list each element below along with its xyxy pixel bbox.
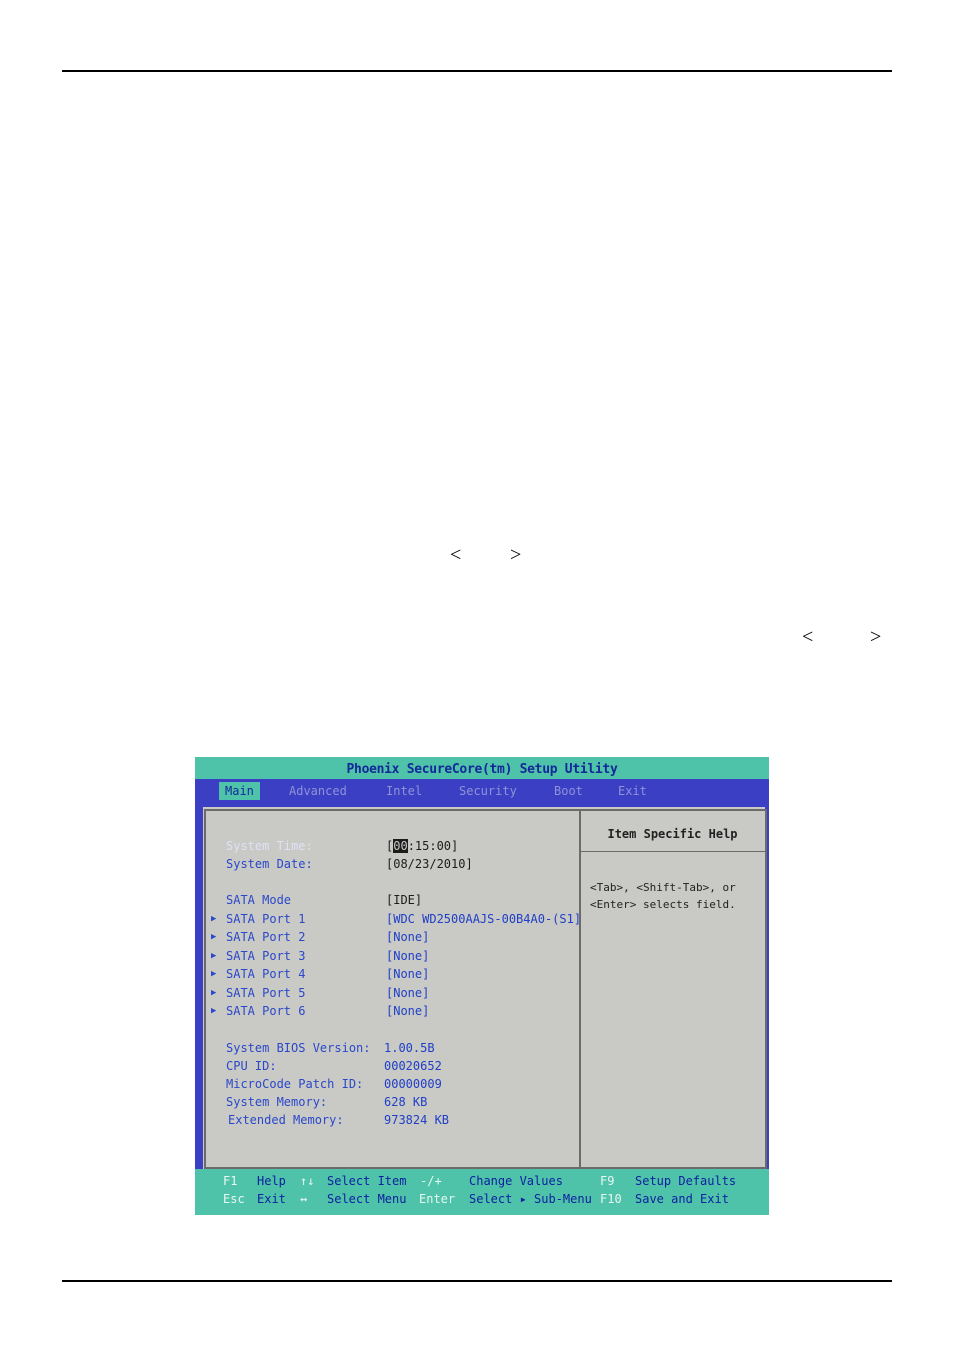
cpu-id-value: 00020652 [384,1059,442,1073]
submenu-arrow-icon: ▶ [211,1006,217,1016]
submenu-arrow-icon: ▶ [211,969,217,979]
sata-port-label: SATA Port 6 [226,1004,306,1018]
sata-port-value: [None] [386,1004,430,1018]
sata-port-label: SATA Port 3 [226,949,306,963]
key-f1: F1 [223,1174,238,1188]
left-border [195,779,203,1185]
sata-port-value: [None] [386,949,430,963]
main-settings-panel: System Time: [00:15:00] System Date: [08… [204,809,581,1169]
help-title: Item Specific Help [580,817,765,852]
tab-intel[interactable]: Intel [380,782,428,800]
select-menu-hint: Select Menu [327,1192,407,1206]
cpu-id-label: CPU ID: [226,1059,277,1073]
angle-bracket-right: > [870,626,882,648]
sata-port-value: [None] [386,930,430,944]
edit-cursor: 00 [393,839,408,853]
sata-port-value: [None] [386,986,430,1000]
item-help-panel: Item Specific Help <Tab>, <Shift-Tab>, o… [579,809,767,1169]
system-memory-label: System Memory: [226,1095,328,1109]
bios-menu-bar: Main Advanced Intel Security Boot Exit [195,779,769,807]
system-time-label: System Time: [226,839,313,853]
key-f10: F10 [600,1192,622,1206]
sata-mode-value[interactable]: [IDE] [386,891,422,909]
sata-port-label: SATA Port 1 [226,912,306,926]
change-values-hint: Change Values [469,1174,563,1188]
bios-version-label: System BIOS Version: [226,1041,371,1055]
bios-title: Phoenix SecureCore(tm) Setup Utility [195,757,769,779]
microcode-label: MicroCode Patch ID: [226,1077,364,1091]
sata-mode-label: SATA Mode [226,893,292,907]
angle-bracket-left: < [450,544,462,566]
key-f9: F9 [600,1174,615,1188]
tab-exit[interactable]: Exit [612,782,653,800]
sata-port-value: [None] [386,967,430,981]
tab-boot[interactable]: Boot [548,782,589,800]
setup-defaults-hint: Setup Defaults [635,1174,737,1188]
header-rule [62,70,892,72]
key-legend: F1 Help ↑↓ Select Item -/+ Change Values… [195,1169,769,1215]
sata-port-value: [WDC WD2500AAJS-00B4A0-(S1] [386,912,582,926]
tab-advanced[interactable]: Advanced [283,782,353,800]
save-exit-hint: Save and Exit [635,1192,729,1206]
system-memory-value: 628 KB [384,1095,428,1109]
angle-bracket-left: < [802,626,814,648]
bios-version-value: 1.00.5B [384,1041,435,1055]
key-esc: Esc [223,1192,245,1206]
key-minus-plus: -/+ [420,1174,442,1188]
bios-screenshot: Phoenix SecureCore(tm) Setup Utility Mai… [195,757,769,1215]
help-text: <Tab>, <Shift-Tab>, or <Enter> selects f… [590,881,736,911]
extended-memory-label: Extended Memory: [228,1113,344,1127]
microcode-value: 00000009 [384,1077,442,1091]
key-enter: Enter [419,1192,456,1206]
system-date-label: System Date: [226,857,313,871]
extended-memory-value: 973824 KB [384,1113,450,1127]
tab-security[interactable]: Security [453,782,523,800]
submenu-arrow-icon: ▶ [211,988,217,998]
help-hint: Help [257,1174,286,1188]
angle-bracket-right: > [510,544,522,566]
system-date-value[interactable]: [08/23/2010] [386,855,473,873]
submenu-arrow-icon: ▶ [211,932,217,942]
sata-port-label: SATA Port 5 [226,986,306,1000]
select-submenu-hint: Select ▸ Sub-Menu [469,1192,592,1206]
key-leftright-icon: ↔ [300,1192,308,1206]
exit-hint: Exit [257,1192,286,1206]
submenu-arrow-icon: ▶ [211,914,217,924]
submenu-arrow-icon: ▶ [211,951,217,961]
sata-port-label: SATA Port 2 [226,930,306,944]
tab-main[interactable]: Main [219,782,260,800]
sata-port-label: SATA Port 4 [226,967,306,981]
select-item-hint: Select Item [327,1174,407,1188]
footer-rule [62,1280,892,1282]
key-updown-icon: ↑↓ [300,1174,315,1188]
system-time-value[interactable]: [00:15:00] [386,837,458,855]
